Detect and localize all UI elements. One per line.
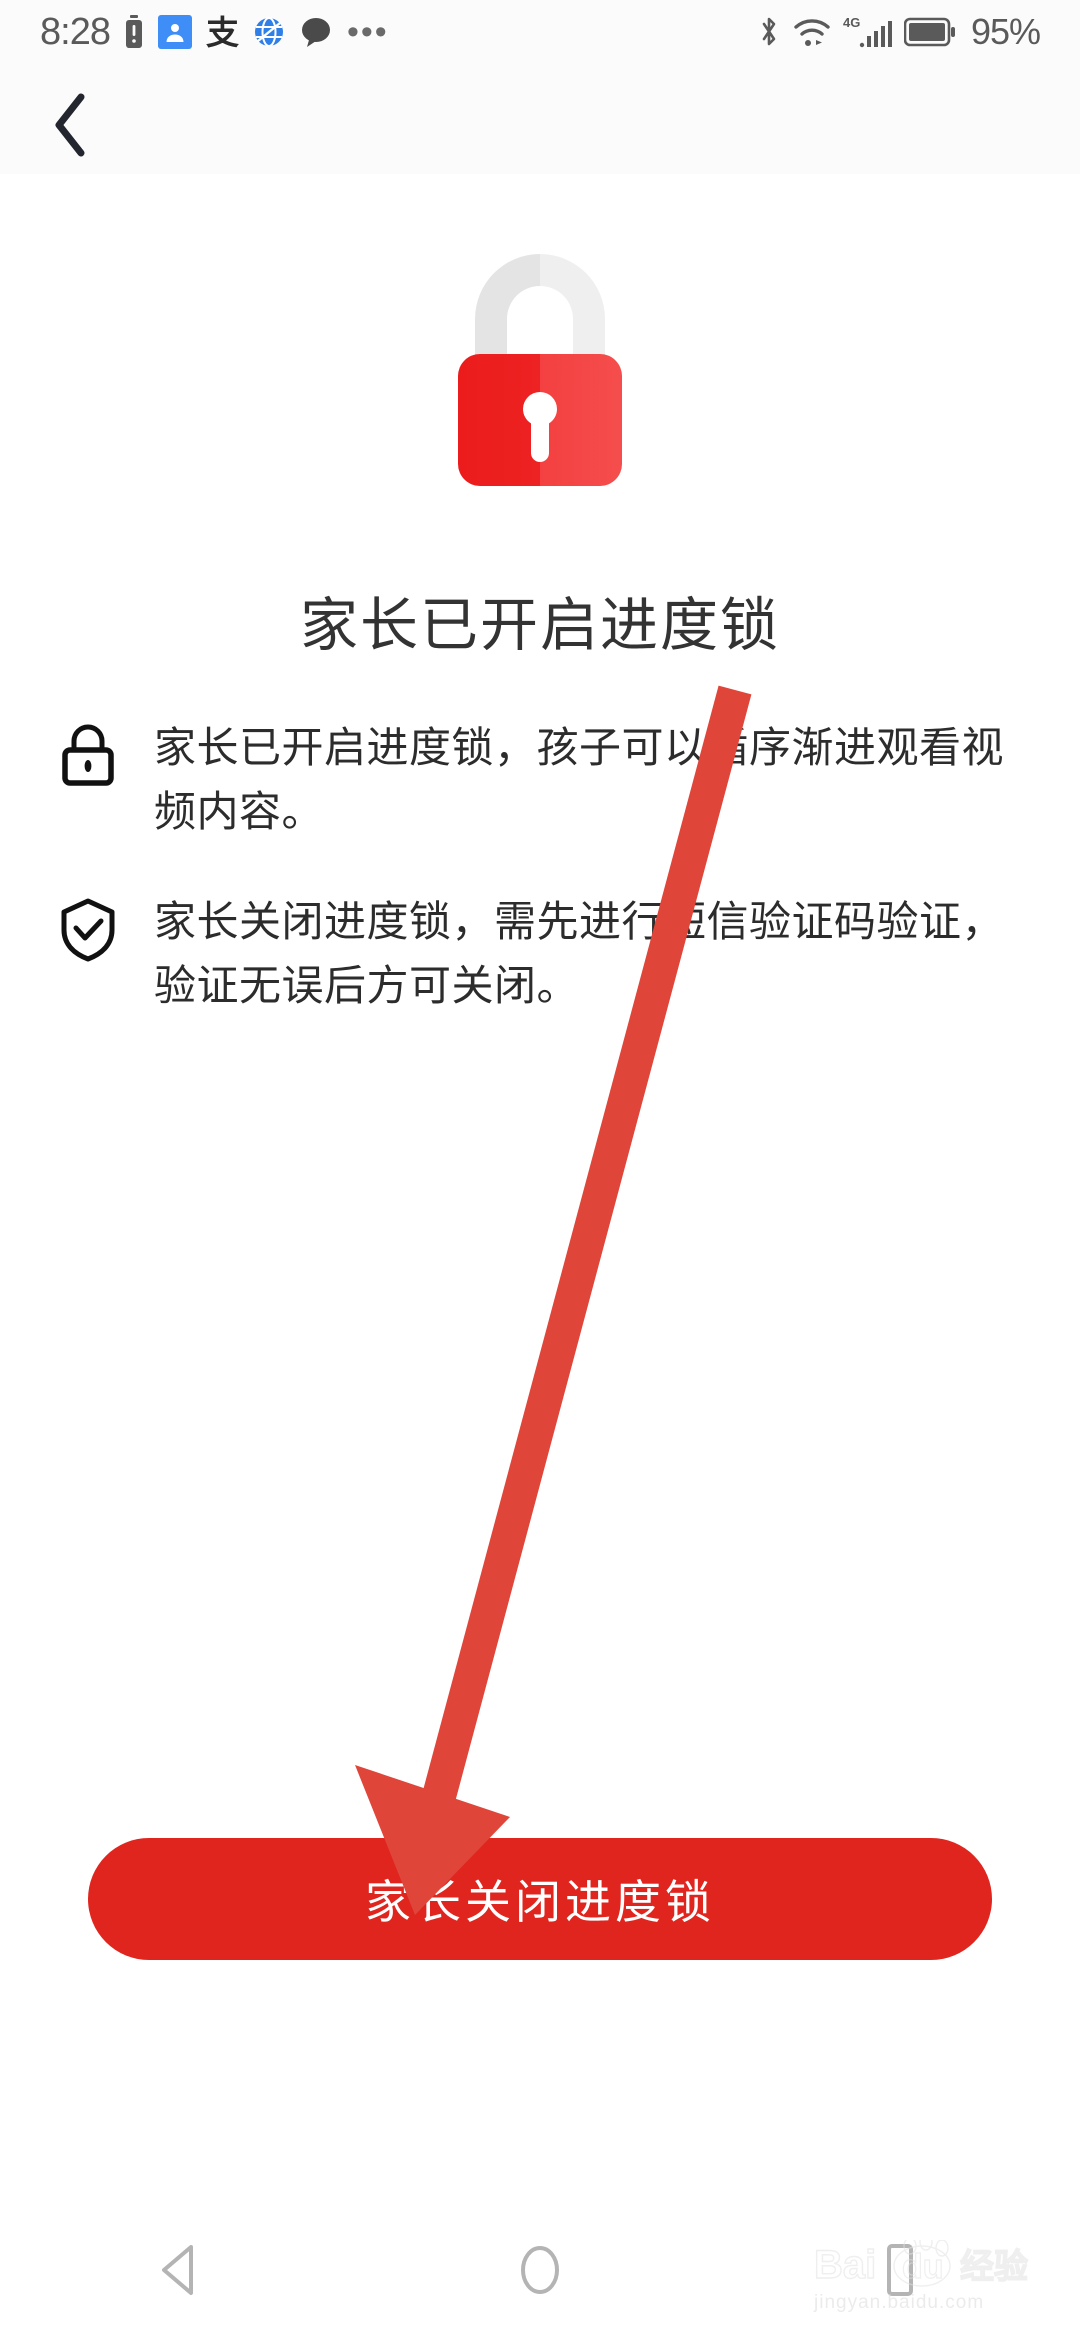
shield-check-icon	[56, 898, 120, 962]
info-item-text: 家长已开启进度锁，孩子可以循序渐进观看视频内容。	[154, 723, 1005, 836]
signal-bars-icon: 4G	[843, 14, 893, 50]
chevron-left-icon	[49, 91, 93, 159]
phone-screen: 8:28 支 ••• 4G 95% 家长已开启进度锁 家长已开启进度锁，孩子可以…	[0, 0, 1080, 2340]
battery-percent-label: 95%	[970, 11, 1041, 52]
info-list: 家长已开启进度锁，孩子可以循序渐进观看视频内容。 家长关闭进度锁，需先进行短信验…	[56, 716, 1030, 1064]
page-title: 家长已开启进度锁	[299, 591, 780, 659]
battery-alert-icon	[124, 15, 144, 49]
main-content: 家长已开启进度锁 家长已开启进度锁，孩子可以循序渐进观看视频内容。 家长关闭进度…	[0, 174, 1080, 2340]
padlock-outline-icon	[56, 724, 120, 788]
browser-globe-icon	[253, 16, 285, 48]
more-dots-icon: •••	[346, 12, 389, 51]
chat-bubble-icon	[299, 16, 333, 48]
nav-back-button[interactable]	[110, 2200, 250, 2340]
nav-home-button[interactable]	[470, 2200, 610, 2340]
app-top-bar	[0, 64, 1080, 174]
recents-square-icon	[875, 2242, 925, 2298]
status-time: 8:28	[40, 10, 111, 53]
info-item-text: 家长关闭进度锁，需先进行短信验证码验证，验证无误后方可关闭。	[154, 897, 1005, 1010]
nav-recents-button[interactable]	[830, 2200, 970, 2340]
bluetooth-icon	[757, 14, 781, 50]
back-triangle-icon	[155, 2242, 205, 2298]
status-bar: 8:28 支 ••• 4G 95%	[0, 0, 1080, 64]
close-progress-lock-button[interactable]: 家长关闭进度锁	[88, 1838, 992, 1960]
padlock-locked-icon	[425, 234, 655, 494]
wifi-icon	[792, 15, 832, 49]
info-item: 家长已开启进度锁，孩子可以循序渐进观看视频内容。	[56, 716, 1030, 844]
status-bar-left: 8:28 支 •••	[40, 11, 389, 54]
battery-icon	[903, 16, 956, 48]
svg-text:4G: 4G	[843, 15, 860, 30]
back-button[interactable]	[28, 82, 114, 168]
alipay-icon: 支	[205, 12, 239, 52]
info-item: 家长关闭进度锁，需先进行短信验证码验证，验证无误后方可关闭。	[56, 890, 1030, 1018]
status-bar-right: 4G 95%	[757, 11, 1041, 53]
contact-person-icon	[157, 15, 192, 49]
home-circle-icon	[515, 2242, 565, 2298]
hero-lock-illustration	[0, 234, 1080, 494]
android-nav-bar	[0, 2200, 1080, 2340]
